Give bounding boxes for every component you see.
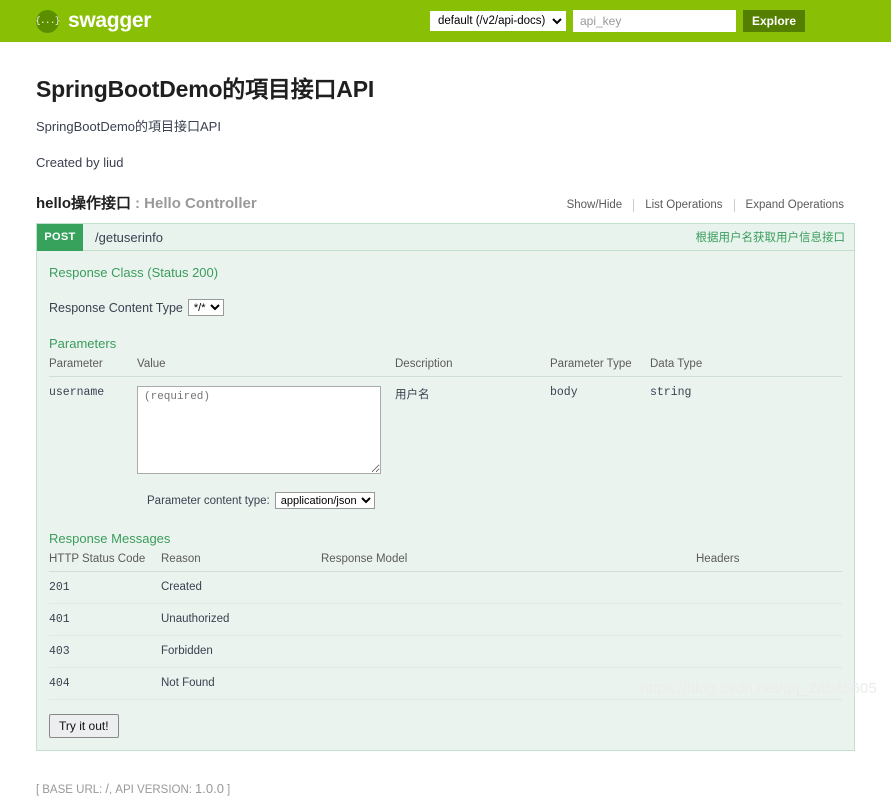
footer-comma: , [109,784,112,796]
spec-select[interactable]: default (/v2/api-docs) [430,11,566,31]
th-http-status-code: HTTP Status Code [49,551,161,572]
response-content-type-select[interactable]: */* [188,299,224,316]
operation-path[interactable]: /getuserinfo [95,230,163,245]
status-model [321,604,696,636]
brand-name: swagger [68,9,151,33]
status-reason: Unauthorized [161,604,321,636]
response-messages-title: Response Messages [49,531,842,546]
expand-operations-link[interactable]: Expand Operations [735,199,855,211]
status-code: 401 [49,604,161,636]
parameter-content-type-row: Parameter content type: application/json [147,492,842,509]
topbar-form: default (/v2/api-docs) Explore [430,10,805,32]
resource-controller[interactable]: : Hello Controller [135,195,257,212]
status-code: 404 [49,668,161,700]
status-headers [696,604,842,636]
http-method-badge: POST [37,224,83,251]
parameters-title: Parameters [49,336,842,351]
th-response-model: Response Model [321,551,696,572]
swagger-logo-icon: {...} [36,10,59,33]
parameter-data-type: string [650,377,842,484]
table-row: 403 Forbidden [49,636,842,668]
operation-panel: POST /getuserinfo 根据用户名获取用户信息接口 Response… [36,223,855,751]
status-model [321,636,696,668]
parameter-content-type-select[interactable]: application/json [275,492,375,509]
operation-header[interactable]: POST /getuserinfo 根据用户名获取用户信息接口 [37,224,854,251]
operation-body: Response Class (Status 200) Response Con… [37,251,854,750]
resource-name[interactable]: hello操作接口 [36,192,131,213]
list-operations-link[interactable]: List Operations [634,199,733,211]
response-content-type-label: Response Content Type [49,301,183,315]
swagger-logo-glyph: {...} [35,17,60,26]
footer-close-bracket: ] [227,784,230,796]
th-parameter: Parameter [49,356,137,377]
th-description: Description [395,356,550,377]
swagger-logo-link[interactable]: {...} swagger [36,9,151,33]
base-url-label: BASE URL: [42,784,102,796]
response-messages-header-row: HTTP Status Code Reason Response Model H… [49,551,842,572]
resource-header: hello操作接口 : Hello Controller Show/Hide L… [36,192,855,213]
api-created-by: Created by liud [36,155,855,170]
response-class-title: Response Class (Status 200) [49,265,842,280]
status-model [321,572,696,604]
th-headers: Headers [696,551,842,572]
status-headers [696,636,842,668]
parameter-value-textarea[interactable] [137,386,381,474]
try-it-out-button[interactable]: Try it out! [49,714,119,738]
parameter-value-cell [137,377,395,484]
api-description: SpringBootDemo的項目接口API [36,116,855,135]
status-headers [696,572,842,604]
footer-open-bracket: [ [36,784,39,796]
explore-button[interactable]: Explore [743,10,805,32]
th-reason: Reason [161,551,321,572]
status-reason: Forbidden [161,636,321,668]
watermark: https://blog.csdn.net/qq_28545605 [640,680,877,697]
parameter-type: body [550,377,650,484]
footer-info: [ BASE URL: /, API VERSION: 1.0.0 ] [36,781,855,796]
response-messages-table: HTTP Status Code Reason Response Model H… [49,551,842,700]
table-row: 401 Unauthorized [49,604,842,636]
status-reason: Not Found [161,668,321,700]
parameter-name: username [49,377,137,484]
parameter-content-type-label: Parameter content type: [147,495,270,507]
api-version-label: API VERSION: [115,784,192,796]
parameter-description: 用户名 [395,377,550,484]
page-title: SpringBootDemo的項目接口API [36,70,855,104]
topbar: {...} swagger default (/v2/api-docs) Exp… [0,0,891,42]
api-version-value: 1.0.0 [195,781,224,796]
parameters-header-row: Parameter Value Description Parameter Ty… [49,356,842,377]
response-content-type-row: Response Content Type */* [49,299,842,316]
status-code: 201 [49,572,161,604]
table-row: 201 Created [49,572,842,604]
th-parameter-type: Parameter Type [550,356,650,377]
th-data-type: Data Type [650,356,842,377]
show-hide-link[interactable]: Show/Hide [556,199,634,211]
operation-summary: 根据用户名获取用户信息接口 [696,229,846,245]
api-key-input[interactable] [573,10,736,32]
status-code: 403 [49,636,161,668]
parameters-table: Parameter Value Description Parameter Ty… [49,356,842,483]
th-value: Value [137,356,395,377]
table-row: username 用户名 body string [49,377,842,484]
status-reason: Created [161,572,321,604]
resource-options: Show/Hide List Operations Expand Operati… [556,199,855,212]
